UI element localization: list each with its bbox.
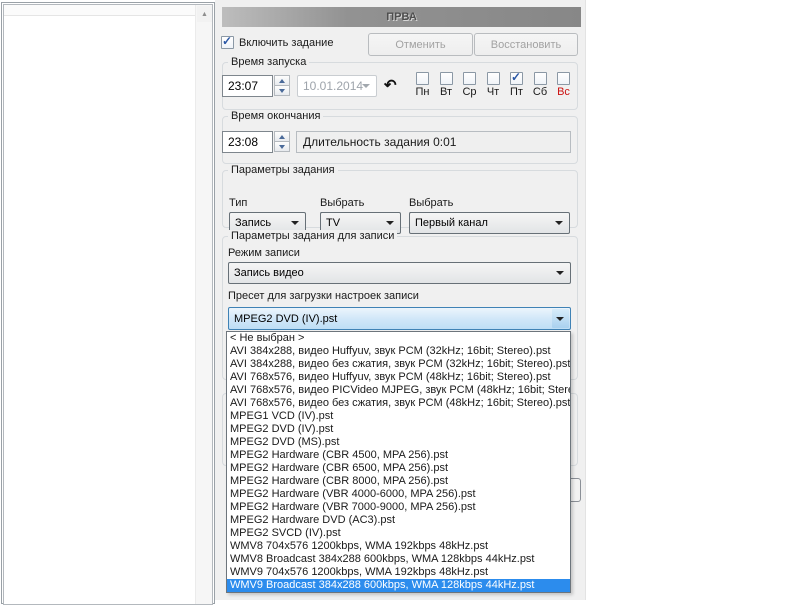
- weekday-cell: Вт: [436, 72, 457, 98]
- weekday-label: Пт: [510, 87, 523, 98]
- preset-option[interactable]: MPEG2 DVD (MS).pst: [227, 436, 570, 449]
- preset-option[interactable]: AVI 768x576, видео PICVideo MJPEG, звук …: [227, 384, 570, 397]
- weekday-checkbox[interactable]: [557, 72, 570, 85]
- weekday-checkbox[interactable]: [440, 72, 453, 85]
- enable-task-label: Включить задание: [239, 37, 333, 49]
- dialog-caption-bar: ПРВА: [222, 7, 581, 27]
- preset-option[interactable]: MPEG2 Hardware DVD (AC3).pst: [227, 514, 570, 527]
- left-scrollbar[interactable]: ▲: [195, 5, 212, 604]
- left-panel-content: ▲: [3, 4, 213, 605]
- spinner-down-icon: [279, 145, 285, 149]
- cancel-button-label: Отменить: [395, 39, 445, 51]
- preset-option[interactable]: WMV8 Broadcast 384x288 600kbps, WMA 128k…: [227, 553, 570, 566]
- end-time-input[interactable]: 23:08: [222, 131, 273, 153]
- checkmark-icon: ✓: [222, 34, 232, 48]
- preset-select-value: MPEG2 DVD (IV).pst: [234, 313, 337, 325]
- dropdown-arrow-icon: [556, 317, 564, 321]
- weekday-checkbox[interactable]: ✓: [510, 72, 523, 85]
- spinner-down-icon: [279, 89, 285, 93]
- duration-field: Длительность задания 0:01: [296, 131, 571, 153]
- weekday-checkbox[interactable]: [487, 72, 500, 85]
- preset-select[interactable]: MPEG2 DVD (IV).pst: [228, 307, 571, 330]
- weekday-cell: Сб: [530, 72, 551, 98]
- record-mode-label: Режим записи: [228, 247, 300, 259]
- checkmark-icon: ✓: [511, 70, 521, 84]
- preset-option[interactable]: < Не выбран >: [227, 332, 570, 345]
- spinner-up-icon: [279, 79, 285, 83]
- start-date-select[interactable]: 10.01.2014: [297, 75, 377, 97]
- weekday-row: Пн Вт Ср Чт ✓ Пт Сб Вс: [412, 72, 574, 98]
- preset-option[interactable]: MPEG2 Hardware (CBR 8000, MPA 256).pst: [227, 475, 570, 488]
- dropdown-arrow-icon: [555, 221, 563, 225]
- weekday-checkbox[interactable]: [534, 72, 547, 85]
- weekday-label: Пн: [416, 87, 430, 98]
- preset-dropdown-list[interactable]: < Не выбран >AVI 384x288, видео Huffyuv,…: [226, 331, 571, 593]
- left-panel: ▲: [1, 2, 215, 604]
- preset-option[interactable]: AVI 384x288, видео без сжатия, звук PCM …: [227, 358, 570, 371]
- preset-option[interactable]: AVI 768x576, видео Huffyuv, звук PCM (48…: [227, 371, 570, 384]
- left-panel-header-strip: [4, 5, 196, 16]
- preset-option[interactable]: MPEG1 VCD (IV).pst: [227, 410, 570, 423]
- end-time-group-label: Время окончания: [228, 110, 323, 122]
- undo-icon: ↶: [384, 77, 397, 94]
- record-params-group-label: Параметры задания для записи: [228, 230, 397, 242]
- end-time-spinner: [274, 131, 290, 152]
- weekday-label: Чт: [487, 87, 499, 98]
- preset-option[interactable]: WMV9 704x576 1200kbps, WMA 192kbps 48kHz…: [227, 566, 570, 579]
- preset-option[interactable]: MPEG2 SVCD (IV).pst: [227, 527, 570, 540]
- enable-task-checkbox[interactable]: ✓: [221, 36, 234, 49]
- start-time-group-label: Время запуска: [228, 56, 309, 68]
- weekday-cell: Вс: [553, 72, 574, 98]
- start-time-input[interactable]: 23:07: [222, 75, 273, 97]
- dropdown-arrow-icon: [362, 84, 370, 88]
- dialog-title: ПРВА: [386, 11, 417, 23]
- preset-label: Пресет для загрузки настроек записи: [228, 290, 419, 302]
- record-mode-value: Запись видео: [234, 267, 304, 279]
- weekday-label: Вс: [557, 87, 570, 98]
- record-mode-select[interactable]: Запись видео: [228, 262, 571, 284]
- spinner-up-icon: [279, 135, 285, 139]
- dropdown-arrow-icon: [386, 221, 394, 225]
- weekday-cell: Пн: [412, 72, 433, 98]
- dropdown-arrow-icon: [291, 221, 299, 225]
- channel-value: Первый канал: [415, 217, 488, 229]
- task-dialog-panel: ПРВА ✓ Включить задание Отменить Восстан…: [215, 0, 586, 600]
- restore-button[interactable]: Восстановить: [474, 33, 578, 56]
- dropdown-arrow-icon: [556, 271, 564, 275]
- task-params-group-label: Параметры задания: [228, 164, 338, 176]
- preset-option[interactable]: MPEG2 Hardware (VBR 4000-6000, MPA 256).…: [227, 488, 570, 501]
- scroll-up-button[interactable]: ▲: [197, 6, 212, 22]
- start-time-spinner: [274, 75, 290, 96]
- start-time-value: 23:07: [228, 79, 258, 93]
- undo-button[interactable]: ↶: [384, 78, 397, 93]
- weekday-checkbox[interactable]: [463, 72, 476, 85]
- spinner-down-button[interactable]: [274, 141, 290, 152]
- end-time-value: 23:08: [228, 135, 258, 149]
- channel-select[interactable]: Первый канал: [409, 212, 570, 234]
- scroll-up-icon: ▲: [201, 11, 208, 18]
- task-type-value: Запись: [235, 217, 271, 229]
- preset-option[interactable]: MPEG2 Hardware (VBR 7000-9000, MPA 256).…: [227, 501, 570, 514]
- preset-option[interactable]: MPEG2 Hardware (CBR 6500, MPA 256).pst: [227, 462, 570, 475]
- preset-option[interactable]: AVI 768x576, видео без сжатия, звук PCM …: [227, 397, 570, 410]
- mode-value: TV: [326, 217, 340, 229]
- weekday-label: Сб: [533, 87, 547, 98]
- preset-option[interactable]: AVI 384x288, видео Huffyuv, звук PCM (32…: [227, 345, 570, 358]
- weekday-label: Ср: [462, 87, 476, 98]
- preset-option[interactable]: WMV8 704x576 1200kbps, WMA 192kbps 48kHz…: [227, 540, 570, 553]
- cancel-button[interactable]: Отменить: [368, 33, 473, 56]
- weekday-cell: Ср: [459, 72, 480, 98]
- restore-button-label: Восстановить: [491, 39, 561, 51]
- weekday-checkbox[interactable]: [416, 72, 429, 85]
- start-date-value: 10.01.2014: [303, 79, 363, 93]
- weekday-cell: Чт: [483, 72, 504, 98]
- preset-option[interactable]: MPEG2 DVD (IV).pst: [227, 423, 570, 436]
- weekday-cell: ✓ Пт: [506, 72, 527, 98]
- preset-option[interactable]: WMV9 Broadcast 384x288 600kbps, WMA 128k…: [227, 579, 570, 592]
- spinner-down-button[interactable]: [274, 85, 290, 96]
- preset-option[interactable]: MPEG2 Hardware (CBR 4500, MPA 256).pst: [227, 449, 570, 462]
- weekday-label: Вт: [440, 87, 452, 98]
